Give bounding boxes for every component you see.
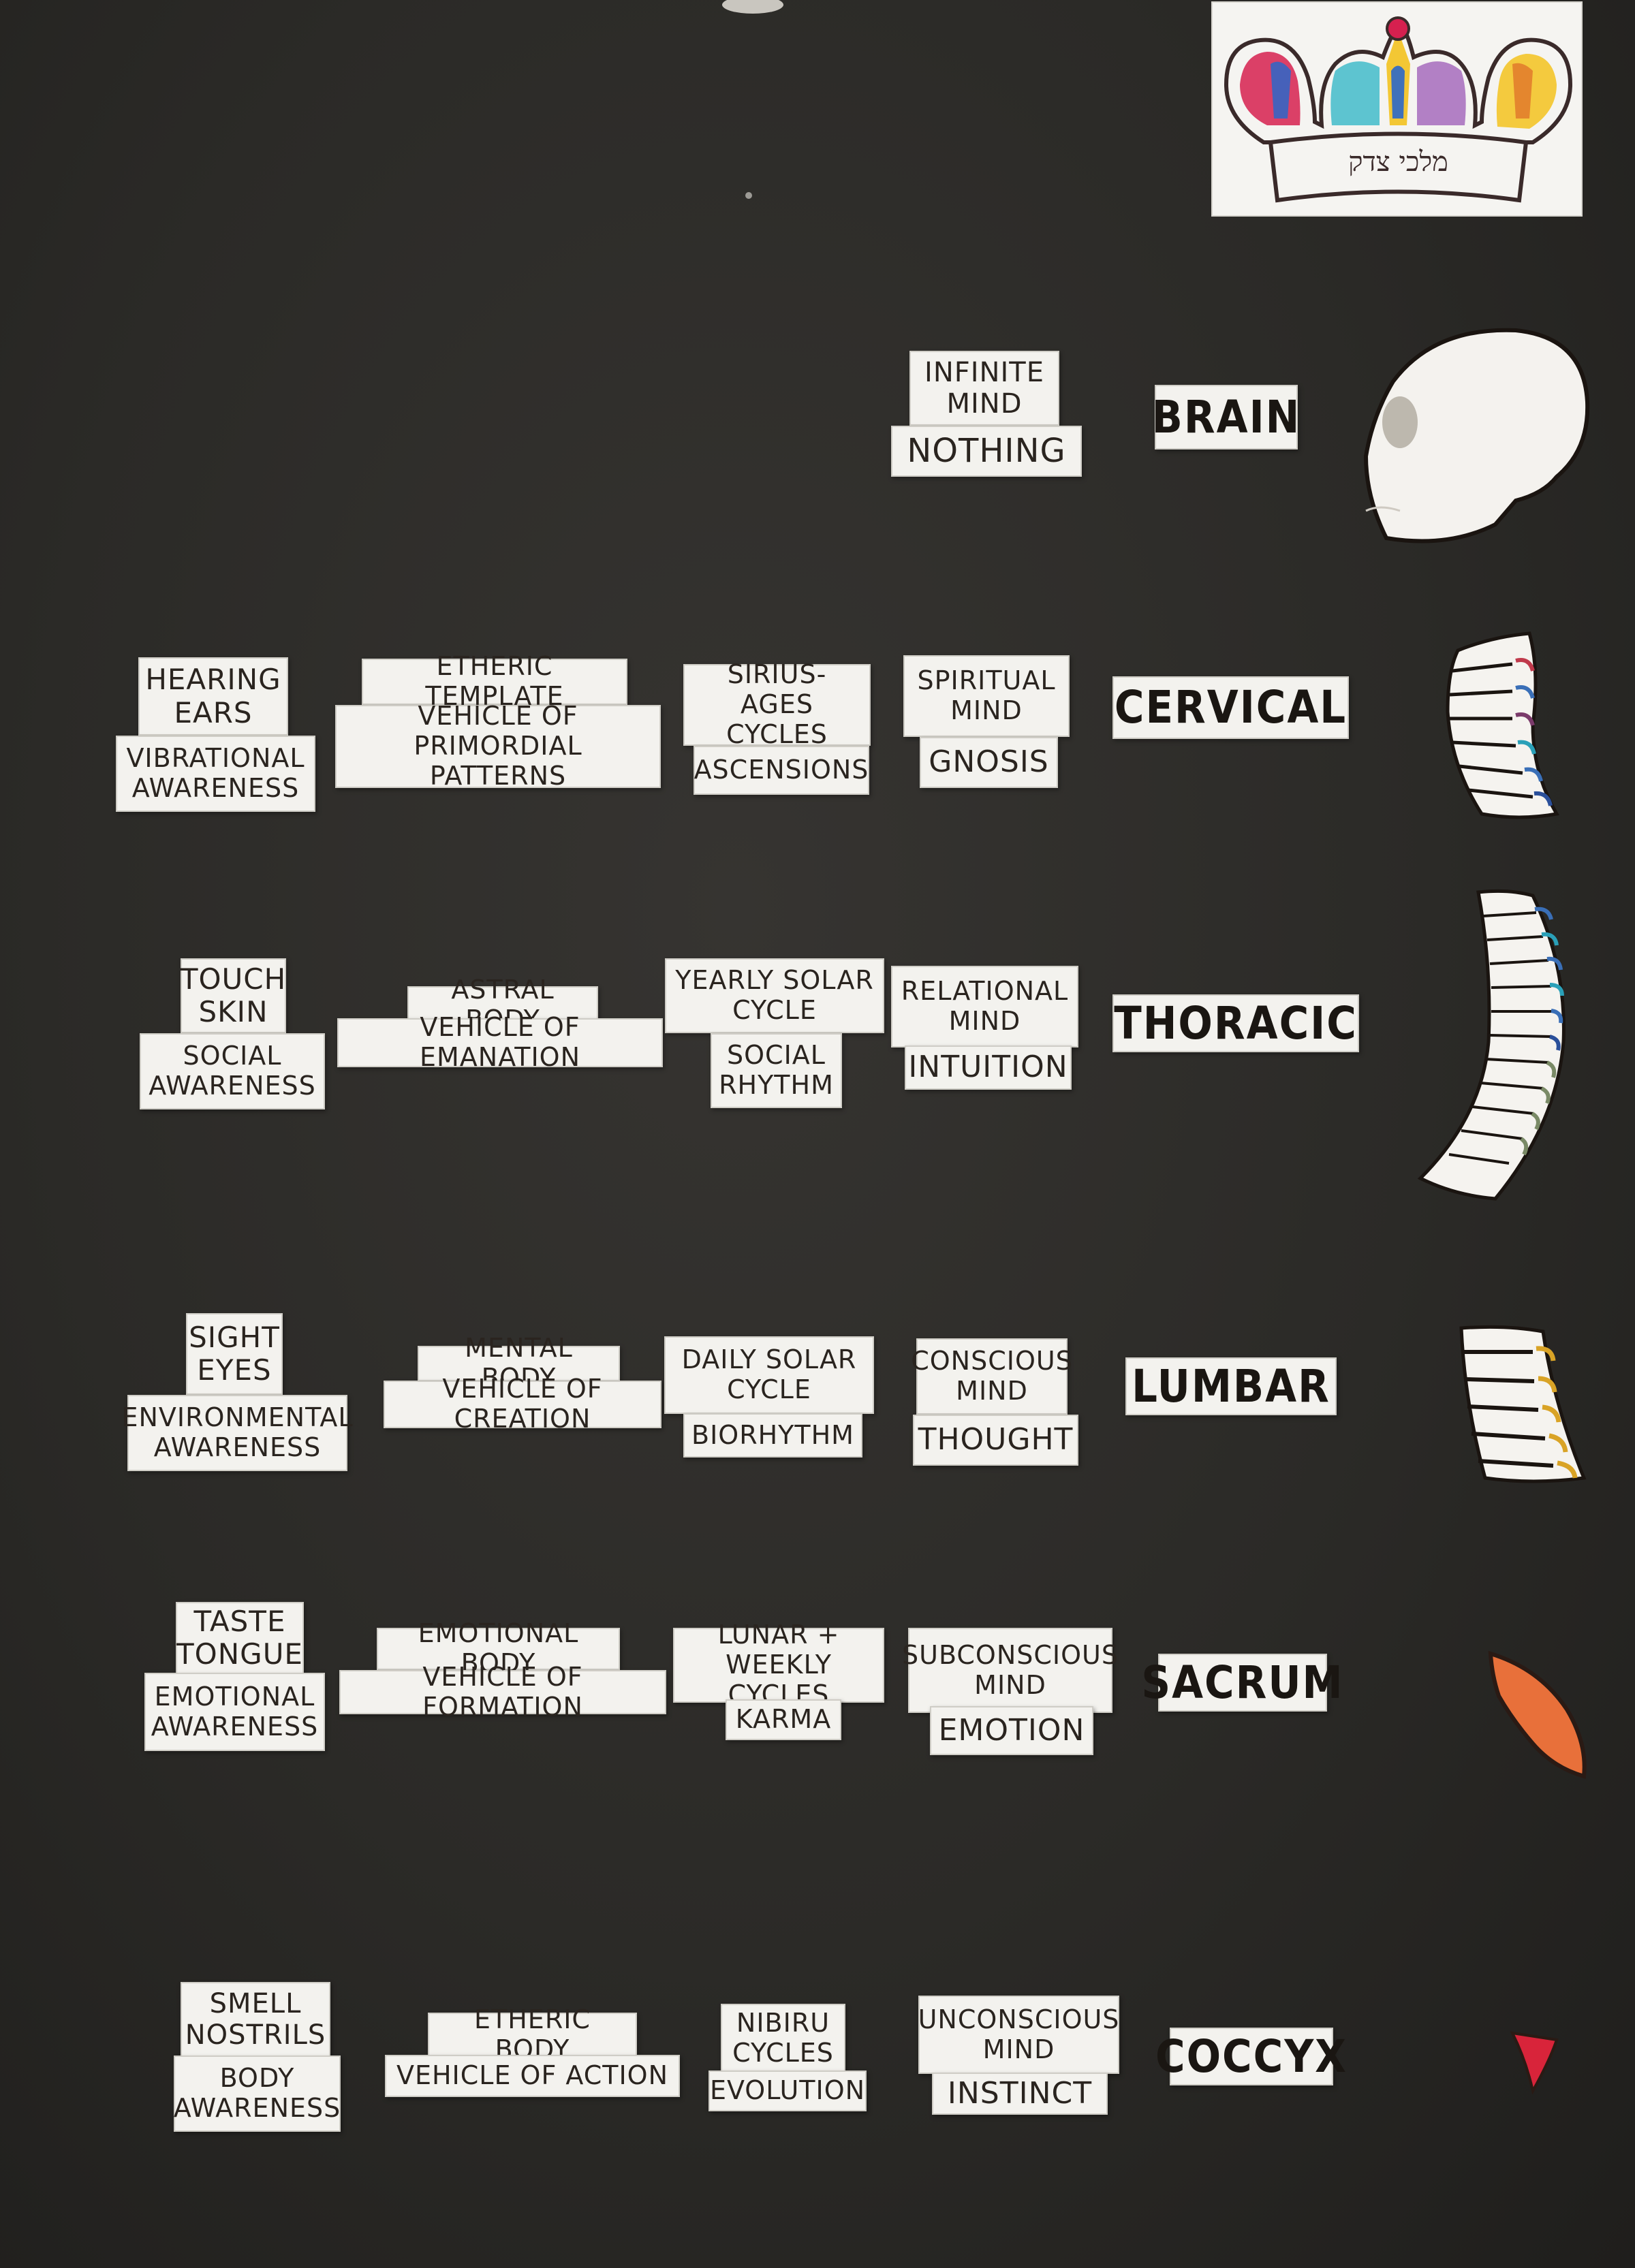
thoracic-sense-card: TOUCH SKIN (181, 958, 286, 1033)
coccyx-cycle-card: NIBIRU CYCLES (721, 2004, 845, 2073)
sacrum-sense-card: TASTE TONGUE (176, 1602, 304, 1674)
thoracic-vertebrae-drawing (1414, 885, 1570, 1206)
brain-mind-card: INFINITE MIND (909, 351, 1059, 426)
coccyx-body-card: ETHERIC BODY (428, 2004, 637, 2064)
coccyx-mind-card: UNCONSCIOUS MIND (918, 1996, 1119, 2074)
sacrum-vehicle-card: VEHICLE OF FORMATION (339, 1662, 666, 1721)
cervical-mind-keyword-card: GNOSIS (920, 737, 1058, 788)
cervical-vertebrae-drawing (1437, 630, 1563, 824)
thoracic-mind-keyword-card: INTUITION (905, 1045, 1072, 1090)
cervical-vehicle-card: VEHICLE OF PRIMORDIAL PATTERNS (335, 702, 661, 791)
thoracic-label: THORACIC (1112, 994, 1359, 1052)
coccyx-mind-keyword-card: INSTINCT (932, 2073, 1108, 2115)
crown-card: מלכי צדק (1211, 1, 1583, 217)
sacrum-mind-keyword-card: EMOTION (930, 1706, 1093, 1755)
coccyx-vehicle-card: VEHICLE OF ACTION (385, 2055, 680, 2097)
sacrum-cycle-keyword-card: KARMA (726, 1699, 841, 1740)
skull-drawing (1352, 320, 1594, 548)
sacrum-mind-card: SUBCONSCIOUS MIND (902, 1628, 1118, 1713)
coccyx-awareness-card: BODY AWARENESS (174, 2056, 341, 2132)
coccyx-cycle-keyword-card: EVOLUTION (708, 2070, 867, 2111)
crown-hebrew-text: מלכי צדק (1348, 146, 1448, 178)
brain-label: BRAIN (1152, 385, 1299, 450)
sacrum-icon (1488, 1650, 1587, 1779)
brain-mind-keyword-card: NOTHING (891, 426, 1082, 477)
coccyx-icon (1510, 2031, 1559, 2095)
skull-icon (1363, 328, 1590, 544)
sacrum-drawing (1485, 1648, 1594, 1784)
pushpin (745, 192, 752, 199)
pushpin (722, 0, 783, 14)
lumbar-mind-card: CONSCIOUS MIND (911, 1338, 1072, 1415)
crown-icon (1224, 16, 1573, 203)
thoracic-cycle-card: YEARLY SOLAR CYCLE (665, 958, 884, 1033)
sacrum-cycle-card: LUNAR + WEEKLY CYCLES (673, 1620, 884, 1710)
lumbar-mind-keyword-card: THOUGHT (913, 1415, 1078, 1466)
lumbar-sense-card: SIGHT EYES (186, 1313, 283, 1395)
cervical-vertebrae-icon (1446, 631, 1559, 819)
lumbar-cycle-card: DAILY SOLAR CYCLE (664, 1336, 874, 1414)
cervical-cycle-keyword-card: ASCENSIONS (694, 746, 869, 795)
coccyx-drawing (1509, 2026, 1563, 2095)
thoracic-mind-card: RELATIONAL MIND (891, 966, 1078, 1048)
cervical-sense-card: HEARING EARS (138, 657, 288, 736)
sacrum-label: SACRUM (1141, 1654, 1343, 1712)
lumbar-vertebrae-drawing (1451, 1321, 1587, 1485)
lumbar-vehicle-card: VEHICLE OF CREATION (384, 1374, 661, 1434)
lumbar-awareness-card: ENVIRONMENTAL AWARENESS (121, 1395, 353, 1471)
lumbar-cycle-keyword-card: BIORHYTHM (683, 1413, 862, 1458)
sacrum-awareness-card: EMOTIONAL AWARENESS (144, 1673, 325, 1751)
cervical-awareness-card: VIBRATIONAL AWARENESS (116, 736, 315, 812)
cervical-label: CERVICAL (1112, 676, 1349, 739)
coccyx-sense-card: SMELL NOSTRILS (181, 1982, 330, 2057)
cervical-cycle-card: SIRIUS-AGES CYCLES (683, 660, 871, 749)
cervical-body-card: ETHERIC TEMPLATE (362, 651, 627, 711)
lumbar-label: LUMBAR (1125, 1357, 1337, 1415)
coccyx-label: COCCYX (1155, 2028, 1346, 2085)
lumbar-vertebrae-icon (1459, 1325, 1587, 1483)
thoracic-vertebrae-icon (1417, 889, 1566, 1201)
cervical-mind-card: SPIRITUAL MIND (903, 655, 1070, 737)
thoracic-cycle-keyword-card: SOCIAL RHYTHM (711, 1033, 842, 1108)
thoracic-vehicle-card: VEHICLE OF EMANATION (337, 1012, 663, 1072)
thoracic-awareness-card: SOCIAL AWARENESS (140, 1033, 325, 1109)
